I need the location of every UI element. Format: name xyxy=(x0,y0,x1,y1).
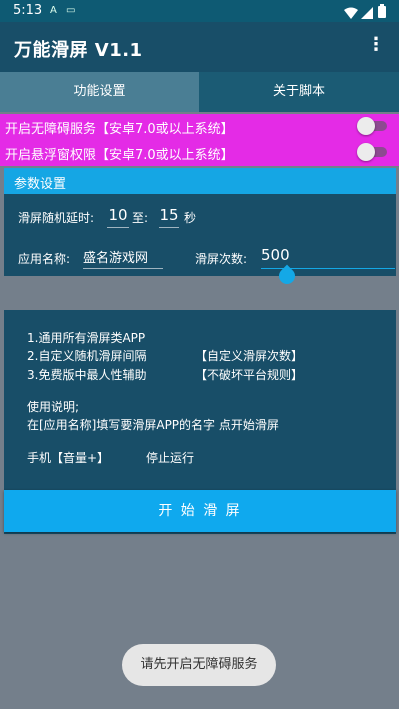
wifi-icon xyxy=(344,4,358,23)
signal-icon xyxy=(361,4,373,23)
accessibility-service-switch[interactable] xyxy=(357,117,387,135)
app-bar: 万能滑屏 V1.1 ⋮ xyxy=(0,22,399,72)
info-line-3-note: 【不破坏平台规则】 xyxy=(195,368,304,382)
delay-label: 滑屏随机延时: xyxy=(18,211,95,225)
params-header-label: 参数设置 xyxy=(14,177,67,192)
usage-text: 在[应用名称]填写要滑屏APP的名字 点开始滑屏 xyxy=(27,418,279,432)
accessibility-notification-icon: A xyxy=(50,5,57,16)
delay-min-input[interactable]: 10 xyxy=(107,206,129,228)
app-name-label: 应用名称: xyxy=(18,252,71,266)
start-swipe-button[interactable]: 开 始 滑 屏 xyxy=(4,490,396,532)
info-line-2: 2.自定义随机滑屏间隔 xyxy=(27,349,147,363)
overlay-permission-label: 开启悬浮窗权限【安卓7.0或以上系统】 xyxy=(5,148,234,163)
info-line-1: 1.通用所有滑屏类APP xyxy=(27,331,146,345)
swipe-count-input[interactable]: 500 xyxy=(261,246,395,269)
toast-message: 请先开启无障碍服务 xyxy=(122,644,276,686)
keyboard-notification-icon: ▭ xyxy=(66,5,76,16)
accessibility-service-row: 开启无障碍服务【安卓7.0或以上系统】 xyxy=(0,114,399,140)
overlay-permission-switch[interactable] xyxy=(357,143,387,161)
params-header: 参数设置 xyxy=(4,168,396,194)
app-title: 万能滑屏 V1.1 xyxy=(14,40,143,61)
tab-bar: 功能设置 关于脚本 xyxy=(0,72,399,112)
status-time: 5:13 xyxy=(13,3,43,18)
seconds-label: 秒 xyxy=(184,211,197,225)
volume-key-label: 手机【音量+】 xyxy=(27,451,110,465)
stop-label: 停止运行 xyxy=(146,451,195,465)
info-line-2-note: 【自定义滑屏次数】 xyxy=(195,349,304,363)
swipe-count-label: 滑屏次数: xyxy=(195,252,248,266)
status-bar xyxy=(0,0,399,22)
usage-title: 使用说明; xyxy=(27,400,80,414)
app-name-input[interactable]: 盛名游戏网 xyxy=(83,247,163,269)
tab-about[interactable]: 关于脚本 xyxy=(199,72,399,112)
tab-settings[interactable]: 功能设置 xyxy=(0,72,199,112)
battery-icon xyxy=(378,3,386,22)
info-line-3: 3.免费版中最人性辅助 xyxy=(27,368,147,382)
accessibility-service-label: 开启无障碍服务【安卓7.0或以上系统】 xyxy=(5,122,234,137)
overlay-permission-row: 开启悬浮窗权限【安卓7.0或以上系统】 xyxy=(0,140,399,166)
delay-max-input[interactable]: 15 xyxy=(159,206,179,228)
delay-to-label: 至: xyxy=(132,211,149,225)
more-vertical-icon[interactable]: ⋮ xyxy=(367,35,385,55)
